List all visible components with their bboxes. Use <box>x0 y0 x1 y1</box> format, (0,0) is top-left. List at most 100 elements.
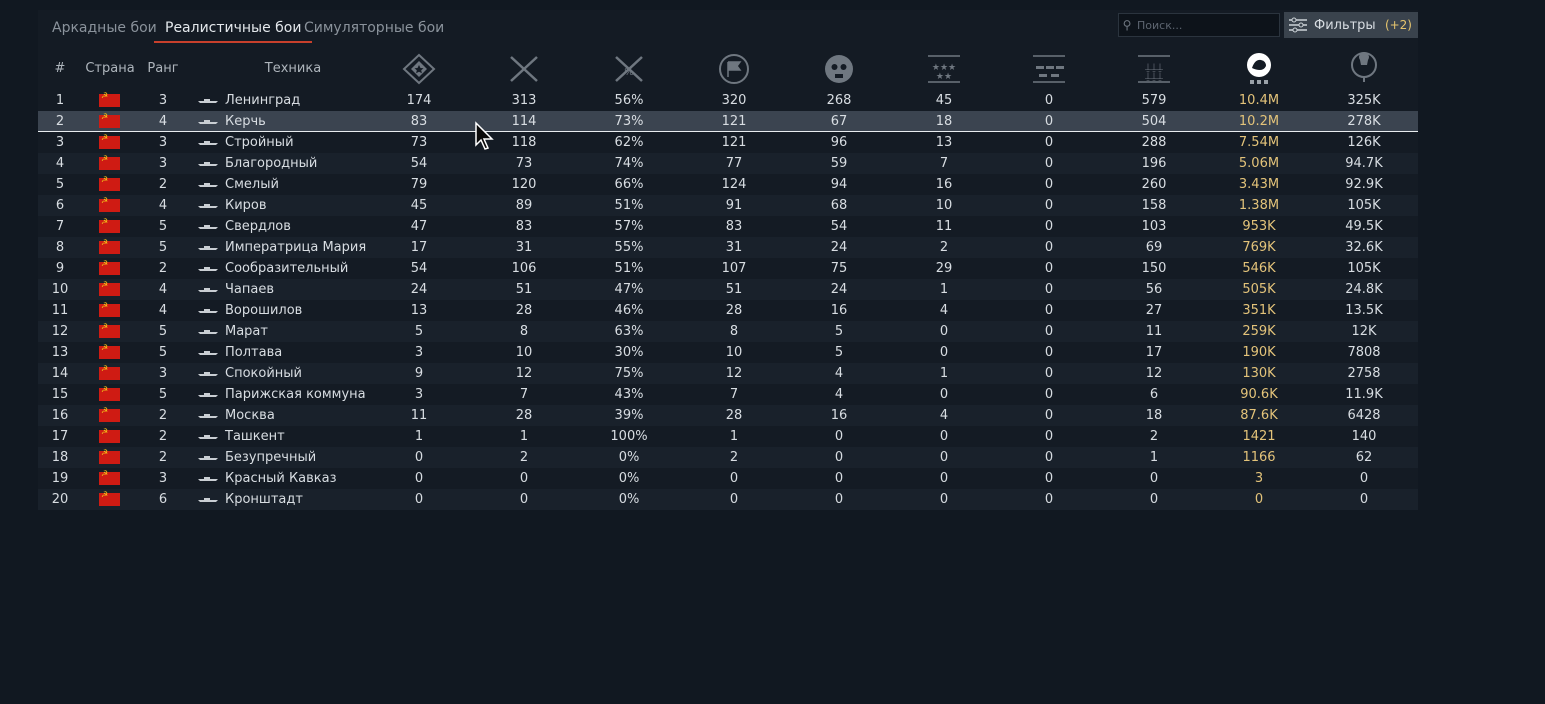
vehicle-name[interactable]: Москва <box>225 405 275 426</box>
research-points-value: 49.5K <box>1345 219 1383 234</box>
total-kills-value: 1 <box>1149 450 1159 465</box>
tab-arcade[interactable]: Аркадные бои <box>52 12 157 42</box>
table-row[interactable]: 7 5 Свердлов 47 83 57% 83 54 11 0 103 953K 49.5K <box>38 216 1418 237</box>
vehicle-name[interactable]: Марат <box>225 321 268 342</box>
total-kills-icon[interactable]: ⍊⍊⍊ ⍊⍊⍊ <box>1134 52 1174 86</box>
total-kills-value: 6 <box>1149 387 1159 402</box>
ussr-flag-icon <box>99 259 120 275</box>
row-rank: 2 <box>158 177 168 192</box>
table-row[interactable]: 12 5 Марат 5 8 63% 8 5 0 0 11 259K 12K <box>38 321 1418 342</box>
table-row[interactable]: 13 5 Полтава 3 10 30% 10 5 0 0 17 190K 7808 <box>38 342 1418 363</box>
deaths-value: 68 <box>830 198 848 213</box>
table-row[interactable]: 3 3 Стройный 73 118 62% 121 96 13 0 288 7.54M 126K <box>38 132 1418 153</box>
vehicle-name[interactable]: Безупречный <box>225 447 316 468</box>
filters-button[interactable]: Фильтры (+2) <box>1284 12 1418 38</box>
naval-kills-icon[interactable]: ★★★ ★★ <box>924 52 964 86</box>
vehicle-name[interactable]: Чапаев <box>225 279 274 300</box>
table-row[interactable]: 2 4 Керчь 83 114 73% 121 67 18 0 504 10.2M 278K <box>38 111 1418 132</box>
table-row[interactable]: 16 2 Москва 11 28 39% 28 16 4 0 18 87.6K 6428 <box>38 405 1418 426</box>
silver-lions-value: 1.38M <box>1238 198 1280 213</box>
battles-icon[interactable] <box>399 52 439 86</box>
col-vehicle[interactable]: Техника <box>253 52 333 86</box>
vehicle-name[interactable]: Свердлов <box>225 216 291 237</box>
table-row[interactable]: 4 3 Благородный 54 73 74% 77 59 7 0 196 5.06M 94.7K <box>38 153 1418 174</box>
svg-text:★★: ★★ <box>936 72 952 82</box>
ship-icon <box>198 477 218 481</box>
table-row[interactable]: 9 2 Сообразительный 54 106 51% 107 75 29 0 150 546K… <box>38 258 1418 279</box>
naval-kills-value: 18 <box>935 114 953 129</box>
table-row[interactable]: 5 2 Смелый 79 120 66% 124 94 16 0 260 3.43M 92.9K <box>38 174 1418 195</box>
ship-icon <box>198 372 218 376</box>
table-row[interactable]: 17 2 Ташкент 1 1 100% 1 0 0 0 2 1421 140 <box>38 426 1418 447</box>
naval-kills-value: 0 <box>939 450 949 465</box>
vehicle-name[interactable]: Спокойный <box>225 363 302 384</box>
deaths-value: 24 <box>830 240 848 255</box>
table-row[interactable]: 104Чапаев245147%51241056505K24.8K <box>38 279 1418 300</box>
ship-icon <box>198 498 218 502</box>
row-rank: 3 <box>158 93 168 108</box>
total-kills-value: 196 <box>1141 156 1167 171</box>
vehicle-name[interactable]: Кронштадт <box>225 489 303 510</box>
col-rank[interactable]: Ранг <box>143 52 183 86</box>
vehicle-name[interactable]: Киров <box>225 195 267 216</box>
research-points-icon[interactable] <box>1344 52 1384 86</box>
victories-value: 0 <box>519 471 529 486</box>
table-header: # Страна Ранг Техника % ★★★ ★★ ⍊⍊⍊ ⍊⍊⍊ <box>0 52 1545 86</box>
deaths-icon[interactable] <box>819 52 859 86</box>
win-rate-value: 100% <box>610 429 648 444</box>
respawns-value: 28 <box>725 408 743 423</box>
vehicle-name[interactable]: Ташкент <box>225 426 285 447</box>
vehicle-name[interactable]: Керчь <box>225 111 266 132</box>
respawns-icon[interactable] <box>714 52 754 86</box>
tab-realistic[interactable]: Реалистичные бои <box>153 12 314 43</box>
victories-value: 313 <box>511 93 537 108</box>
vehicle-name[interactable]: Ворошилов <box>225 300 302 321</box>
search-input[interactable] <box>1135 17 1279 33</box>
win-rate-value: 0% <box>618 492 640 507</box>
battles-value: 0 <box>414 471 424 486</box>
vehicle-name[interactable]: Парижская коммуна <box>225 384 366 405</box>
search-box[interactable]: ⚲ <box>1118 13 1280 37</box>
col-country[interactable]: Страна <box>85 52 135 86</box>
respawns-value: 28 <box>725 303 743 318</box>
search-icon: ⚲ <box>1122 18 1132 32</box>
table-row[interactable]: 11 4 Ворошилов 13 28 46% 28 16 4 0 27 351K 13.5K <box>38 300 1418 321</box>
table-row[interactable]: 15 5 Парижская коммуна 3 7 43% 7 4 0 0 6 90.6K 11.9K <box>38 384 1418 405</box>
row-rank: 3 <box>158 135 168 150</box>
table-row[interactable]: 1 3 Ленинград 174 313 56% 320 268 45 0 579 10.4M 325… <box>38 90 1418 111</box>
table-row[interactable]: 8 5 Императрица Мария 17 31 55% 31 24 2 0 69 769K 32… <box>38 237 1418 258</box>
victories-icon[interactable] <box>504 52 544 86</box>
deaths-value: 0 <box>834 471 844 486</box>
table-row[interactable]: 14 3 Спокойный 9 12 75% 12 4 1 0 12 130K 2758 <box>38 363 1418 384</box>
naval-kills-value: 29 <box>935 261 953 276</box>
win-rate-icon[interactable]: % <box>609 52 649 86</box>
vehicle-name[interactable]: Полтава <box>225 342 282 363</box>
vehicle-name[interactable]: Благородный <box>225 153 317 174</box>
row-rank: 4 <box>158 282 168 297</box>
vehicle-name[interactable]: Стройный <box>225 132 294 153</box>
battles-value: 0 <box>414 450 424 465</box>
naval-kills-value: 4 <box>939 408 949 423</box>
table-row[interactable]: 6 4 Киров 45 89 51% 91 68 10 0 158 1.38M 105K <box>38 195 1418 216</box>
victories-value: 28 <box>515 303 533 318</box>
vehicle-name[interactable]: Ленинград <box>225 90 300 111</box>
vehicle-name[interactable]: Смелый <box>225 174 279 195</box>
vehicle-name[interactable]: Красный Кавказ <box>225 468 337 489</box>
tab-simulator[interactable]: Симуляторные бои <box>304 12 444 42</box>
table-row[interactable]: 20 6 Кронштадт 0 0 0% 0 0 0 0 0 0 0 <box>38 489 1418 510</box>
ground-kills-icon[interactable] <box>1029 52 1069 86</box>
naval-kills-value: 0 <box>939 324 949 339</box>
ship-icon <box>198 183 218 187</box>
silver-lions-icon[interactable] <box>1239 52 1279 86</box>
vehicle-name[interactable]: Императрица Мария <box>225 237 366 258</box>
row-rank: 2 <box>158 429 168 444</box>
col-num[interactable]: # <box>45 52 75 86</box>
vehicle-name[interactable]: Сообразительный <box>225 258 348 279</box>
total-kills-value: 0 <box>1149 471 1159 486</box>
ship-icon <box>198 456 218 460</box>
respawns-value: 8 <box>729 324 739 339</box>
victories-value: 7 <box>519 387 529 402</box>
table-row[interactable]: 19 3 Красный Кавказ 0 0 0% 0 0 0 0 0 3 0 <box>38 468 1418 489</box>
deaths-value: 54 <box>830 219 848 234</box>
table-row[interactable]: 18 2 Безупречный 0 2 0% 2 0 0 0 1 1166 62 <box>38 447 1418 468</box>
